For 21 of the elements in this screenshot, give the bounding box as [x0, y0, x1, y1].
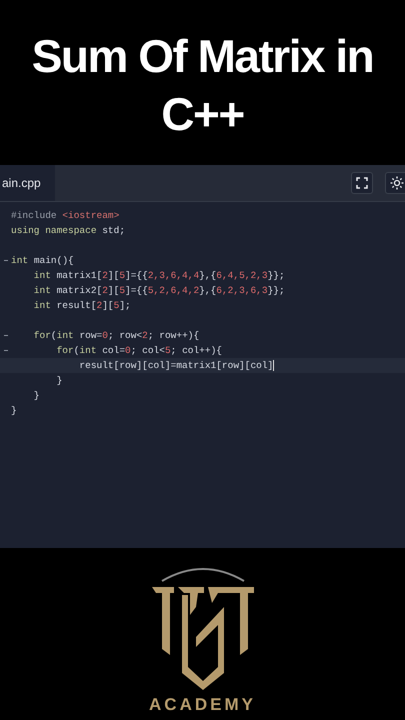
code-line: } — [11, 404, 17, 418]
video-title: C++ — [161, 88, 244, 140]
code-line: result[row][col]=matrix1[row][col] — [78, 359, 274, 373]
code-line: int matrix1[2][5]={{2,3,6,4,4},{6,4,5,2,3}}; — [32, 269, 285, 283]
code-line: int main(){ — [11, 254, 74, 268]
fullscreen-icon — [356, 177, 368, 189]
fullscreen-button[interactable] — [351, 172, 373, 194]
code-line: } — [56, 374, 62, 388]
code-line: } — [32, 389, 40, 403]
code-line: for(int col=0; col<5; col++){ — [56, 344, 222, 358]
code-line: int matrix2[2][5]={{5,2,6,4,2},{6,2,3,6,3}}; — [32, 284, 285, 298]
code-line: #include <iostream> — [11, 209, 120, 223]
theme-toggle-button[interactable] — [385, 172, 405, 194]
code-line: for(int row=0; row<2; row++){ — [32, 329, 200, 343]
file-tab[interactable]: ain.cpp — [0, 165, 55, 201]
code-line: using namespace std; — [11, 224, 126, 238]
code-line: int result[2][5]; — [32, 299, 131, 313]
text-cursor — [273, 360, 274, 371]
sun-icon — [390, 176, 404, 190]
video-title: Sum Of Matrix in — [32, 30, 374, 82]
logo-caption: ACADEMY — [149, 694, 256, 716]
